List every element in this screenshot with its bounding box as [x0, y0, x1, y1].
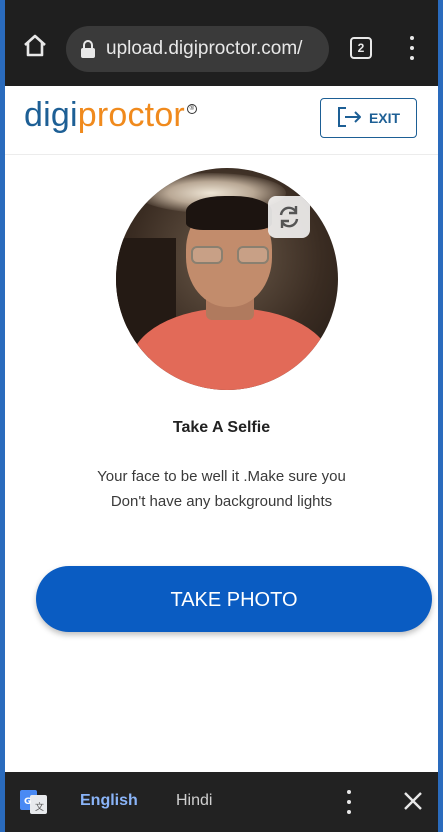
language-hindi[interactable]: Hindi: [176, 792, 212, 810]
more-vert-icon[interactable]: [404, 34, 420, 62]
take-photo-button[interactable]: TAKE PHOTO: [36, 566, 432, 632]
person-hair: [186, 196, 272, 230]
selfie-instruction-line2: Don't have any background lights: [110, 493, 333, 510]
exit-icon: [337, 106, 363, 131]
exit-label: EXIT: [368, 110, 401, 126]
frame-border-right: [438, 0, 443, 832]
selfie-instruction-line1: Your face to be well it .Make sure you: [97, 468, 346, 485]
translate-menu-icon[interactable]: [342, 788, 356, 816]
svg-text:文: 文: [35, 801, 44, 813]
switch-camera-icon[interactable]: [268, 196, 310, 238]
selfie-title: Take A Selfie: [172, 419, 271, 436]
translate-bar: G 文 English Hindi: [0, 772, 443, 832]
browser-toolbar: upload.digiproctor.com/ 2: [0, 0, 443, 86]
google-translate-icon: G 文: [20, 790, 48, 814]
address-bar[interactable]: upload.digiproctor.com/: [66, 26, 329, 72]
svg-text:G: G: [24, 797, 31, 807]
url-text: upload.digiproctor.com/: [106, 38, 303, 59]
home-icon[interactable]: [20, 30, 50, 60]
selfie-preview: [116, 168, 338, 390]
logo-part-digi: digi: [24, 96, 78, 134]
logo-part-proctor: proctor: [77, 96, 185, 134]
frame-border-left: [0, 0, 5, 832]
language-english[interactable]: English: [80, 792, 138, 810]
tab-switcher-button[interactable]: 2: [350, 37, 372, 59]
digiproctor-logo: digiproctor ®: [24, 96, 197, 135]
app-header: digiproctor ® EXIT: [0, 86, 443, 155]
exit-button[interactable]: EXIT: [320, 98, 417, 138]
person-glasses: [191, 246, 269, 266]
lock-icon: [80, 39, 96, 59]
registered-mark: ®: [186, 104, 197, 114]
close-icon[interactable]: [402, 790, 424, 812]
